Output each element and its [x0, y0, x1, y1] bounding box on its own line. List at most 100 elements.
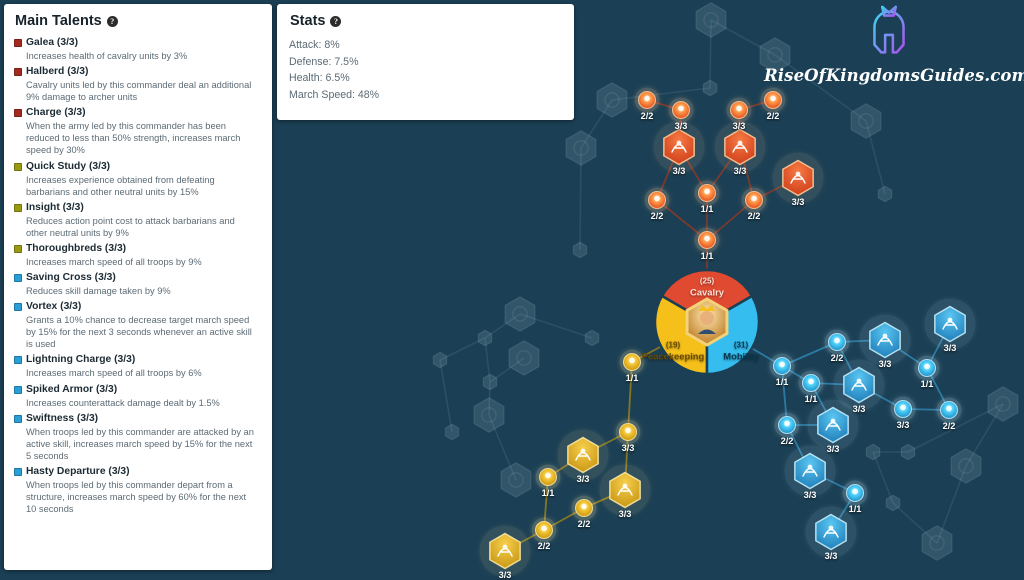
- commander-face: [700, 311, 714, 325]
- talent-node-cavalry[interactable]: [726, 97, 752, 123]
- talent-node-peacekeeping[interactable]: [571, 495, 597, 521]
- talent-node-peacekeeping[interactable]: [599, 464, 651, 516]
- stats-list: Attack: 8% Defense: 7.5% Health: 6.5% March…: [289, 37, 562, 103]
- talent-node-peacekeeping[interactable]: [615, 419, 641, 445]
- talent-node-mobility[interactable]: [798, 370, 824, 396]
- talent-name: Lightning Charge (3/3): [26, 354, 136, 366]
- talent-name: Galea (3/3): [26, 37, 79, 48]
- locked-link: [774, 54, 867, 122]
- locked-talent-node[interactable]: [565, 130, 597, 166]
- locked-talent-node[interactable]: [850, 103, 882, 139]
- talent-name: Spiked Armor (3/3): [26, 383, 118, 395]
- talent-entry: Vortex (3/3) Grants a 10% chance to decre…: [14, 300, 262, 350]
- talent-color-swatch: [14, 162, 22, 171]
- locked-talent-node[interactable]: [759, 37, 791, 73]
- talent-node-peacekeeping[interactable]: [619, 349, 645, 375]
- locked-talent-node[interactable]: [477, 329, 493, 347]
- talent-entry: Galea (3/3) Increases health of cavalry u…: [14, 36, 262, 62]
- locked-talent-node[interactable]: [950, 448, 982, 484]
- talent-node-mobility[interactable]: [890, 396, 916, 422]
- talent-node-mobility[interactable]: [774, 412, 800, 438]
- talent-node-cavalry[interactable]: [714, 121, 766, 173]
- locked-talent-node[interactable]: [508, 340, 540, 376]
- talent-node-cavalry[interactable]: [760, 87, 786, 113]
- help-icon[interactable]: ?: [330, 15, 342, 27]
- stats-title-text: Stats: [290, 13, 326, 29]
- talent-node-cavalry[interactable]: [668, 97, 694, 123]
- talent-node-mobility[interactable]: [824, 329, 850, 355]
- talent-head: Charge (3/3): [14, 106, 262, 120]
- talent-node-mobility[interactable]: [784, 445, 836, 497]
- locked-talent-node[interactable]: [921, 525, 953, 561]
- locked-talent-node[interactable]: [482, 373, 498, 391]
- locked-talent-node[interactable]: [432, 351, 448, 369]
- locked-talent-node[interactable]: [885, 494, 901, 512]
- talent-node-cavalry[interactable]: [694, 227, 720, 253]
- talent-node-mobility[interactable]: [842, 480, 868, 506]
- talent-entry: Swiftness (3/3) When troops led by this c…: [14, 412, 262, 462]
- talent-color-swatch: [14, 203, 22, 212]
- talent-description: Reduces skill damage taken by 9%: [26, 286, 171, 297]
- stats-title: Stats ?: [290, 13, 562, 29]
- talent-node-cavalry[interactable]: [653, 121, 705, 173]
- talent-node-mobility[interactable]: [936, 397, 962, 423]
- locked-talent-node[interactable]: [500, 462, 532, 498]
- talent-node-mobility[interactable]: [914, 355, 940, 381]
- talent-head: Quick Study (3/3): [14, 160, 262, 174]
- locked-talent-node[interactable]: [596, 82, 628, 118]
- talent-node-peacekeeping[interactable]: [479, 525, 531, 576]
- locked-talent-node[interactable]: [987, 386, 1019, 422]
- talent-node-cavalry[interactable]: [634, 87, 660, 113]
- talent-name: Halberd (3/3): [26, 66, 89, 78]
- talent-name: Thoroughbreds (3/3): [26, 242, 127, 254]
- locked-talent-node[interactable]: [702, 79, 718, 97]
- talent-node-mobility[interactable]: [807, 399, 859, 451]
- talent-node-peacekeeping[interactable]: [531, 517, 557, 543]
- talent-color-swatch: [14, 244, 22, 253]
- talent-node-cavalry[interactable]: [644, 187, 670, 213]
- talent-description: When the army led by this commander has …: [26, 121, 241, 156]
- stats-panel: Stats ? Attack: 8% Defense: 7.5% Health: 6…: [277, 4, 574, 120]
- talent-node-mobility[interactable]: [805, 506, 857, 558]
- talent-color-swatch: [14, 274, 22, 283]
- main-talents-title: Main Talents ?: [15, 13, 262, 29]
- talent-description: Increases health of cavalry units by 3%: [26, 51, 188, 61]
- talent-node-mobility[interactable]: [924, 298, 976, 350]
- talent-node-cavalry[interactable]: [741, 187, 767, 213]
- talent-entry: Insight (3/3) Reduces action point cost t…: [14, 201, 262, 239]
- locked-talent-node[interactable]: [900, 443, 916, 461]
- talent-head: Vortex (3/3): [14, 300, 262, 314]
- locked-link: [439, 359, 453, 433]
- talent-node-cavalry[interactable]: [772, 152, 824, 204]
- talent-node-peacekeeping[interactable]: [557, 429, 609, 481]
- talent-entry: Saving Cross (3/3) Reduces skill damage t…: [14, 271, 262, 297]
- talent-entry: Halberd (3/3) Cavalry units led by this c…: [14, 65, 262, 103]
- talent-description: Increases march speed of all troops by 9…: [26, 256, 202, 267]
- talent-name: Hasty Departure (3/3): [26, 465, 130, 477]
- talent-hub[interactable]: [653, 268, 761, 376]
- talent-color-swatch: [14, 109, 22, 118]
- talent-node-mobility[interactable]: [769, 353, 795, 379]
- locked-talent-node[interactable]: [444, 423, 460, 441]
- talent-head: Swiftness (3/3): [14, 412, 262, 426]
- locked-talent-node[interactable]: [584, 329, 600, 347]
- talent-entry: Hasty Departure (3/3) When troops led by …: [14, 465, 262, 515]
- locked-talent-node[interactable]: [877, 185, 893, 203]
- talent-node-mobility[interactable]: [859, 314, 911, 366]
- talent-name: Insight (3/3): [26, 201, 84, 213]
- talent-node-peacekeeping[interactable]: [535, 464, 561, 490]
- locked-talent-node[interactable]: [572, 241, 588, 259]
- talent-head: Hasty Departure (3/3): [14, 465, 262, 479]
- help-icon[interactable]: ?: [106, 15, 118, 27]
- talent-description: Cavalry units led by this commander deal…: [26, 80, 252, 103]
- locked-talent-node[interactable]: [504, 296, 536, 332]
- talent-description: When troops led by this commander depart…: [26, 479, 247, 515]
- locked-talent-node[interactable]: [865, 443, 881, 461]
- locked-talent-node[interactable]: [695, 2, 727, 38]
- talent-entry: Thoroughbreds (3/3) Increases march speed…: [14, 242, 262, 268]
- talent-color-swatch: [14, 385, 22, 394]
- locked-talent-node[interactable]: [473, 397, 505, 433]
- talent-head: Galea (3/3): [14, 36, 262, 50]
- talent-node-cavalry[interactable]: [694, 180, 720, 206]
- talent-color-swatch: [14, 39, 22, 47]
